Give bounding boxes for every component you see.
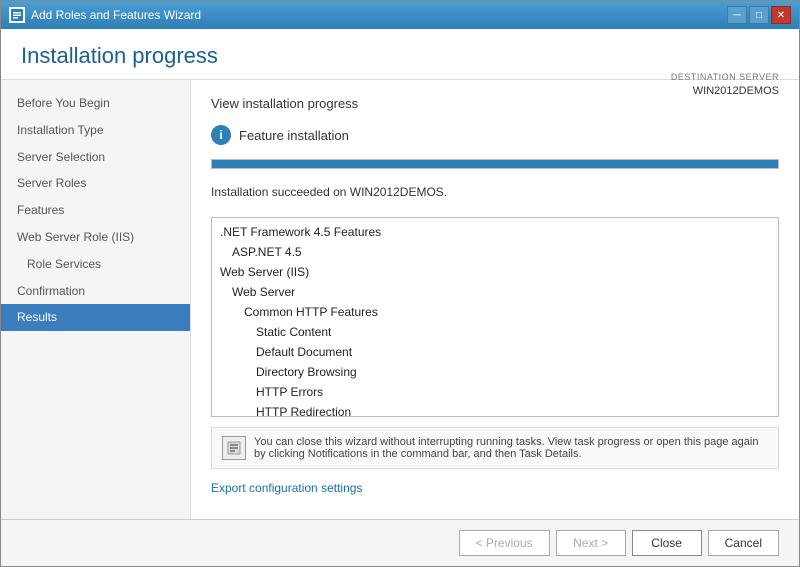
window-controls: ─ □ ✕ bbox=[727, 6, 791, 24]
next-button[interactable]: Next > bbox=[556, 530, 626, 556]
feature-list-item: Directory Browsing bbox=[220, 362, 770, 382]
success-text: Installation succeeded on WIN2012DEMOS. bbox=[211, 185, 779, 199]
feature-install-label: Feature installation bbox=[239, 128, 349, 143]
close-window-button[interactable]: ✕ bbox=[771, 6, 791, 24]
info-icon: i bbox=[211, 125, 231, 145]
minimize-button[interactable]: ─ bbox=[727, 6, 747, 24]
destination-server: DESTINATION SERVER WIN2012DEMOS bbox=[671, 71, 779, 99]
destination-label: DESTINATION SERVER bbox=[671, 71, 779, 84]
feature-install-row: i Feature installation bbox=[211, 125, 779, 145]
maximize-button[interactable]: □ bbox=[749, 6, 769, 24]
feature-list-item: Static Content bbox=[220, 322, 770, 342]
footer: < Previous Next > Close Cancel bbox=[1, 519, 799, 566]
progress-bar bbox=[211, 159, 779, 169]
feature-list-item: Common HTTP Features bbox=[220, 302, 770, 322]
export-configuration-link[interactable]: Export configuration settings bbox=[211, 481, 362, 495]
main-panel: View installation progress i Feature ins… bbox=[191, 80, 799, 519]
feature-list-item: .NET Framework 4.5 Features bbox=[220, 222, 770, 242]
sidebar-item-before-you-begin[interactable]: Before You Begin bbox=[1, 90, 190, 117]
sidebar-item-installation-type[interactable]: Installation Type bbox=[1, 117, 190, 144]
sidebar-item-server-selection[interactable]: Server Selection bbox=[1, 144, 190, 171]
feature-list-item: HTTP Redirection bbox=[220, 402, 770, 417]
page-header: Installation progress DESTINATION SERVER… bbox=[1, 29, 799, 80]
sidebar: Before You BeginInstallation TypeServer … bbox=[1, 80, 191, 519]
sidebar-item-results[interactable]: Results bbox=[1, 304, 190, 331]
sidebar-item-role-services[interactable]: Role Services bbox=[1, 251, 190, 278]
sidebar-item-server-roles[interactable]: Server Roles bbox=[1, 170, 190, 197]
sidebar-item-web-server-role-iis[interactable]: Web Server Role (IIS) bbox=[1, 224, 190, 251]
app-icon bbox=[9, 7, 25, 23]
feature-list-item: ASP.NET 4.5 bbox=[220, 242, 770, 262]
body-content: Before You BeginInstallation TypeServer … bbox=[1, 80, 799, 519]
notification-icon bbox=[222, 436, 246, 460]
sidebar-item-features[interactable]: Features bbox=[1, 197, 190, 224]
feature-list-item: Web Server (IIS) bbox=[220, 262, 770, 282]
export-link-container: Export configuration settings bbox=[211, 479, 779, 497]
progress-bar-fill bbox=[212, 160, 778, 168]
close-button[interactable]: Close bbox=[632, 530, 702, 556]
page-title: Installation progress bbox=[21, 43, 779, 69]
feature-list-item: HTTP Errors bbox=[220, 382, 770, 402]
main-window: Add Roles and Features Wizard ─ □ ✕ Inst… bbox=[0, 0, 800, 567]
sidebar-item-confirmation[interactable]: Confirmation bbox=[1, 278, 190, 305]
window-title: Add Roles and Features Wizard bbox=[31, 8, 201, 22]
feature-list-item: Default Document bbox=[220, 342, 770, 362]
feature-list-item: Web Server bbox=[220, 282, 770, 302]
cancel-button[interactable]: Cancel bbox=[708, 530, 779, 556]
destination-name: WIN2012DEMOS bbox=[671, 84, 779, 99]
previous-button[interactable]: < Previous bbox=[459, 530, 550, 556]
titlebar-left: Add Roles and Features Wizard bbox=[9, 7, 201, 23]
notification-row: You can close this wizard without interr… bbox=[211, 427, 779, 469]
feature-list-box[interactable]: .NET Framework 4.5 FeaturesASP.NET 4.5We… bbox=[211, 217, 779, 417]
titlebar: Add Roles and Features Wizard ─ □ ✕ bbox=[1, 1, 799, 29]
notification-text: You can close this wizard without interr… bbox=[254, 436, 768, 460]
